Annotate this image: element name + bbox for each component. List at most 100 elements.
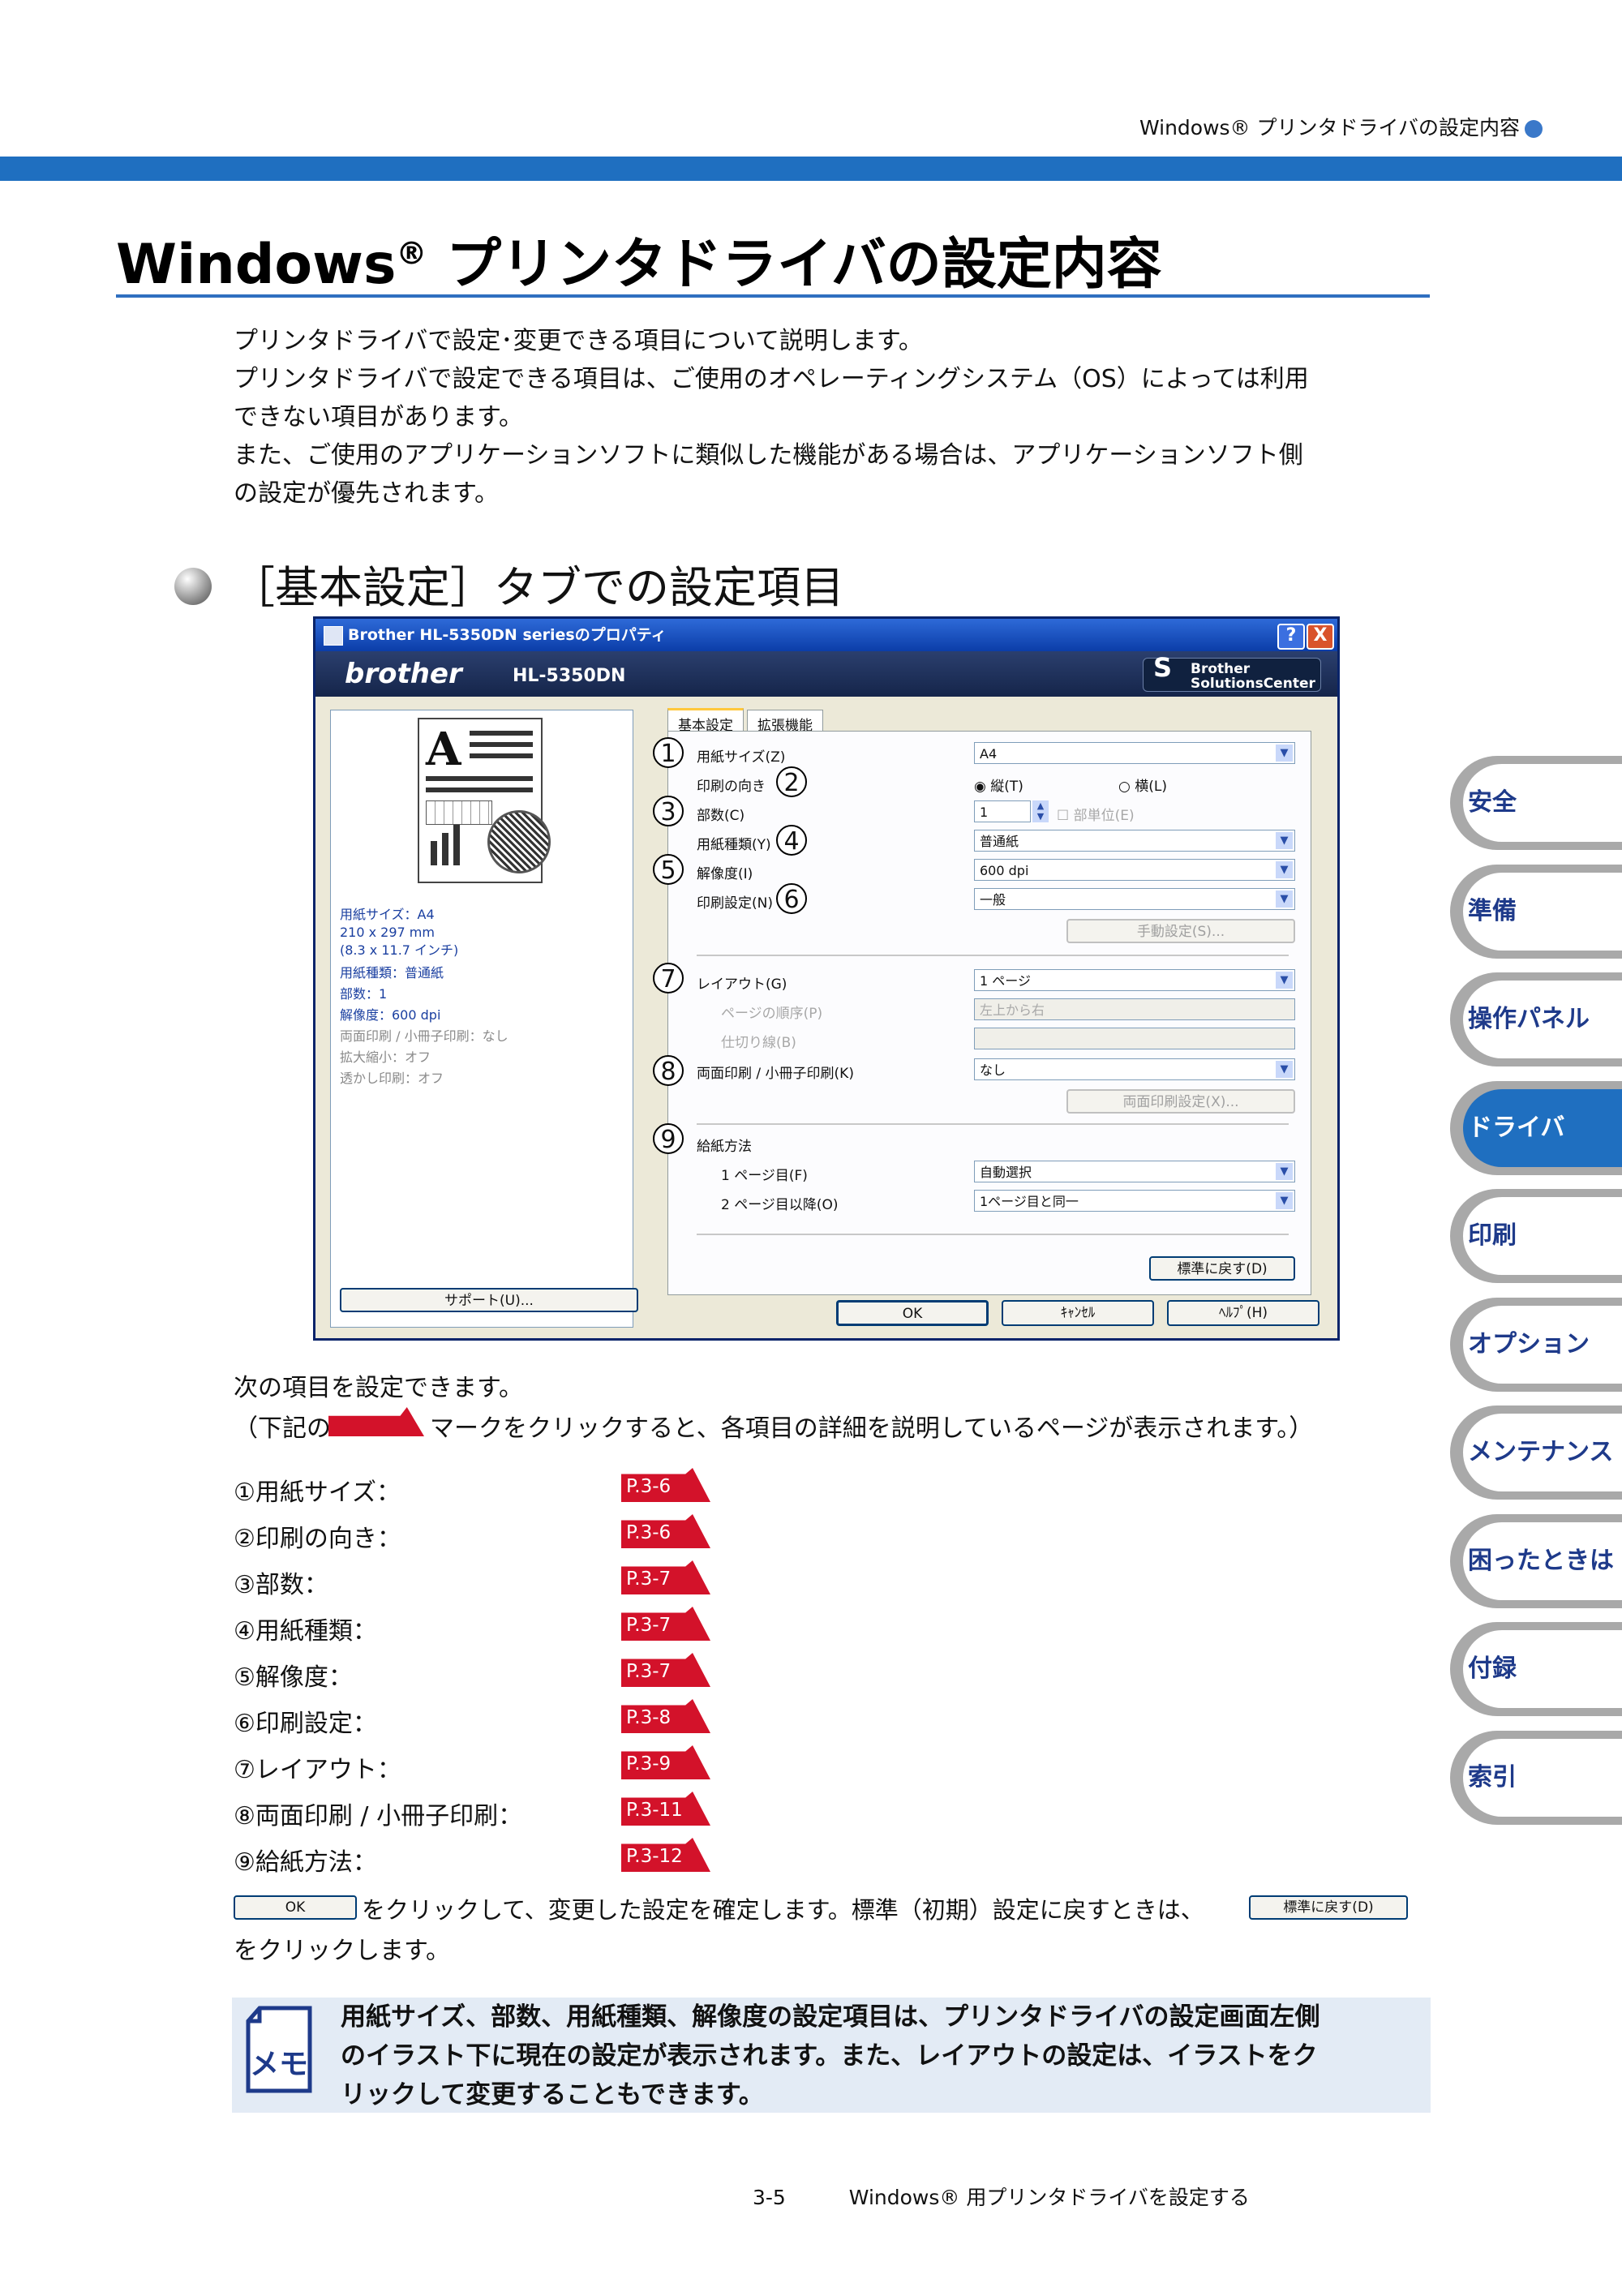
running-header: Windows® プリンタドライバの設定内容: [1139, 112, 1543, 141]
side-tab-maintenance[interactable]: メンテナンス: [1450, 1405, 1622, 1500]
copies-stepper[interactable]: ▲ ▼: [1032, 800, 1049, 822]
layout-select[interactable]: 1 ページ ▼: [974, 969, 1295, 991]
chevron-down-icon: ▼: [1276, 745, 1293, 762]
side-tab-printing[interactable]: 印刷: [1450, 1189, 1622, 1283]
model-name: HL-5350DN: [513, 666, 626, 686]
body-line-2a: （下記の: [234, 1414, 331, 1443]
illus-bar: [453, 825, 460, 865]
solutions-center-button[interactable]: S Brother SolutionsCenter: [1143, 652, 1321, 692]
callout-4: 4: [776, 825, 807, 856]
side-tab-index[interactable]: 索引: [1450, 1731, 1622, 1825]
page-ref-link[interactable]: P.3-7: [621, 1607, 710, 1641]
landscape-radio[interactable]: ○ 横(L): [1118, 775, 1167, 795]
header-bar: [0, 157, 1622, 181]
footer-title: Windows® 用プリンタドライバを設定する: [848, 2186, 1250, 2209]
page-ref-link[interactable]: P.3-9: [621, 1745, 710, 1779]
layout-value: 1 ページ: [980, 973, 1031, 989]
illus-text-line: [426, 788, 533, 792]
page-illustration[interactable]: A: [418, 718, 551, 883]
callout-5: 5: [653, 854, 684, 885]
separator: [697, 955, 1289, 956]
item-label: ①用紙サイズ：: [234, 1478, 401, 1507]
support-button[interactable]: サポート(U)...: [340, 1288, 638, 1312]
preview-info-line: 両面印刷 / 小冊子印刷：なし: [340, 1028, 508, 1044]
manual-settings-button[interactable]: 手動設定(S)...: [1066, 919, 1295, 943]
close-button[interactable]: X: [1307, 624, 1334, 650]
illus-table: [426, 800, 492, 825]
help-title-button[interactable]: ?: [1277, 624, 1305, 650]
chevron-down-icon: ▼: [1276, 1192, 1293, 1209]
page-order-label: ページの順序(P): [721, 1006, 823, 1022]
ok-button[interactable]: OK: [836, 1300, 989, 1326]
page-title: Windows® プリンタドライバの設定内容: [116, 233, 1162, 297]
collate-label: 部単位(E): [1073, 808, 1135, 824]
item-label: ②印刷の向き：: [234, 1525, 401, 1553]
page-order-value: 左上から右: [980, 1002, 1045, 1018]
side-tab-label: 操作パネル: [1468, 1005, 1590, 1033]
callout-2: 2: [776, 766, 807, 797]
memo-icon-label: メモ: [250, 2048, 309, 2081]
intro-line-2: プリンタドライバで設定できる項目は、ご使用のオペレーティングシステム（OS）によ…: [234, 365, 1309, 393]
printer-icon: [324, 626, 343, 646]
solutions-swirl-icon: S: [1153, 652, 1173, 683]
memo-line: のイラスト下に現在の設定が表示されます。また、レイアウトの設定は、イラストをク: [341, 2041, 1318, 2071]
collate-checkbox[interactable]: ☐ 部単位(E): [1057, 804, 1135, 824]
other-pages-value: 1ページ目と同一: [980, 1194, 1079, 1209]
portrait-radio[interactable]: ◉ 縦(T): [974, 775, 1023, 795]
page-ref-link[interactable]: P.3-11: [621, 1792, 710, 1826]
first-page-value: 自動選択: [980, 1165, 1032, 1180]
side-tab-options[interactable]: オプション: [1450, 1298, 1622, 1392]
callout-8: 8: [653, 1055, 684, 1086]
page-ref-link[interactable]: P.3-8: [621, 1699, 710, 1733]
side-tab-label: 付録: [1468, 1654, 1517, 1683]
page-ref-link[interactable]: P.3-6: [621, 1514, 710, 1548]
media-type-select[interactable]: 普通紙 ▼: [974, 830, 1295, 852]
duplex-select[interactable]: なし ▼: [974, 1058, 1295, 1080]
side-tab-setup[interactable]: 準備: [1450, 865, 1622, 959]
callout-1: 1: [653, 737, 684, 768]
print-setting-label: 印刷設定(N): [697, 895, 773, 912]
page-ref-link[interactable]: P.3-7: [621, 1560, 710, 1594]
resolution-select[interactable]: 600 dpi ▼: [974, 859, 1295, 881]
solutions-line-2: SolutionsCenter: [1191, 676, 1315, 692]
side-tab-control-panel[interactable]: 操作パネル: [1450, 972, 1622, 1066]
media-type-value: 普通紙: [980, 834, 1019, 849]
side-tab-appendix[interactable]: 付録: [1450, 1622, 1622, 1716]
preview-info-line: 用紙種類：普通紙: [340, 965, 444, 981]
paper-size-select[interactable]: A4 ▼: [974, 742, 1295, 764]
illus-text-line: [470, 753, 533, 758]
illus-letter: A: [426, 723, 461, 776]
illus-bar: [431, 841, 437, 865]
intro-line-5: の設定が優先されます。: [234, 479, 499, 508]
side-tab-safety[interactable]: 安全: [1450, 756, 1622, 850]
preview-info-line: (8.3 x 11.7 インチ): [340, 942, 459, 958]
callout-6: 6: [776, 883, 807, 914]
border-line-select[interactable]: [974, 1028, 1295, 1049]
cancel-button[interactable]: ｷｬﾝｾﾙ: [1002, 1300, 1154, 1326]
body-line-1: 次の項目を設定できます。: [234, 1374, 523, 1402]
solutions-line-1: Brother: [1191, 661, 1251, 677]
duplex-value: なし: [980, 1062, 1006, 1078]
item-label: ⑧両面印刷 / 小冊子印刷：: [234, 1802, 523, 1830]
page-order-select[interactable]: 左上から右: [974, 998, 1295, 1020]
help-button[interactable]: ﾍﾙﾌﾟ(H): [1167, 1300, 1319, 1326]
side-tab-driver[interactable]: ドライバ: [1450, 1081, 1622, 1175]
other-pages-select[interactable]: 1ページ目と同一 ▼: [974, 1190, 1295, 1212]
border-line-label: 仕切り線(B): [721, 1035, 796, 1051]
copies-input[interactable]: 1: [974, 800, 1031, 822]
item-label: ⑥印刷設定：: [234, 1710, 377, 1738]
preview-info-line: 解像度：600 dpi: [340, 1007, 441, 1023]
duplex-settings-button[interactable]: 両面印刷設定(X)...: [1066, 1089, 1295, 1114]
default-button[interactable]: 標準に戻す(D): [1149, 1256, 1295, 1281]
side-tab-troubleshooting[interactable]: 困ったときは: [1450, 1514, 1622, 1608]
media-type-label: 用紙種類(Y): [697, 837, 771, 853]
side-tab-label: ドライバ: [1468, 1114, 1565, 1142]
separator: [697, 1234, 1289, 1235]
page-ref-link[interactable]: P.3-7: [621, 1653, 710, 1687]
page-ref-link[interactable]: P.3-6: [621, 1468, 710, 1502]
duplex-label: 両面印刷 / 小冊子印刷(K): [697, 1066, 854, 1082]
print-setting-select[interactable]: 一般 ▼: [974, 888, 1295, 910]
first-page-select[interactable]: 自動選択 ▼: [974, 1161, 1295, 1182]
page-ref-link[interactable]: P.3-12: [621, 1838, 710, 1872]
title-underline: [116, 294, 1430, 298]
